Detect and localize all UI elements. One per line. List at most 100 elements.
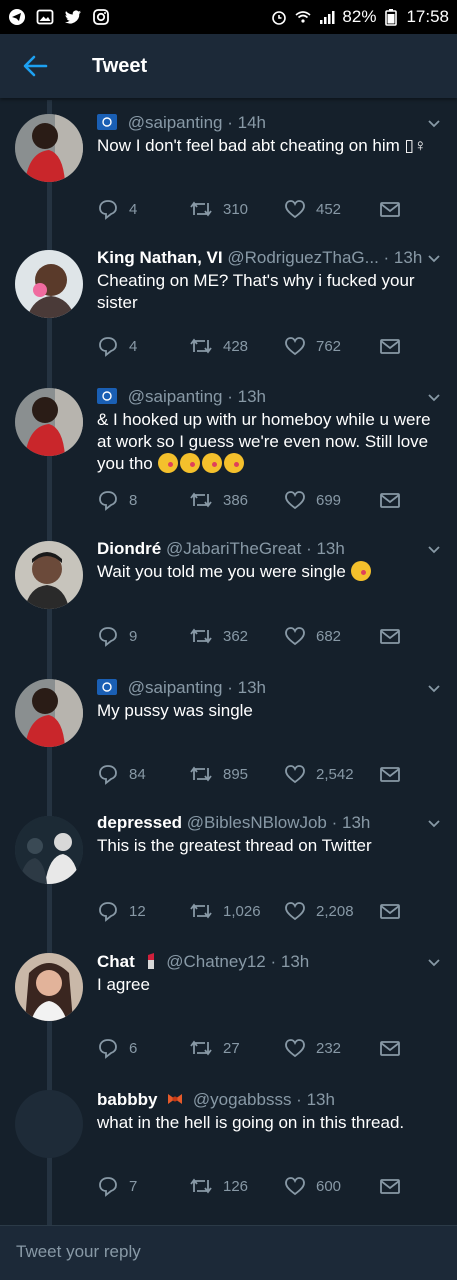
chevron-down-icon[interactable] — [425, 679, 443, 697]
avatar[interactable] — [15, 816, 83, 884]
heart-icon — [285, 337, 305, 356]
like-button[interactable]: 762 — [284, 336, 379, 356]
chevron-down-icon[interactable] — [425, 540, 443, 558]
like-count: 699 — [316, 491, 342, 509]
reply-icon — [99, 1039, 117, 1059]
kiss-emoji-icon — [179, 453, 200, 473]
tweet-handle[interactable]: @RodriguezThaG... — [227, 248, 378, 267]
chevron-down-icon[interactable] — [425, 249, 443, 267]
like-button[interactable]: 699 — [284, 490, 379, 510]
share-button[interactable] — [379, 627, 401, 645]
like-count: 600 — [316, 1177, 342, 1195]
retweet-button[interactable]: 895 — [189, 764, 284, 784]
like-count: 2,208 — [316, 902, 354, 920]
kiss-emoji-icon — [201, 453, 222, 473]
reply-button[interactable]: 4 — [97, 198, 189, 220]
retweet-count: 895 — [223, 765, 249, 783]
chevron-down-icon[interactable] — [425, 953, 443, 971]
thinking-emoji-icon — [350, 561, 371, 581]
tweet-text: Wait you told me you were single — [97, 561, 437, 583]
tweet-name[interactable]: depressed — [97, 813, 182, 832]
avatar[interactable] — [15, 1090, 83, 1158]
like-button[interactable]: 452 — [284, 199, 379, 219]
mail-icon — [380, 202, 400, 217]
avatar[interactable] — [15, 250, 83, 318]
retweet-button[interactable]: 1,026 — [189, 901, 284, 921]
tweet-actions: 4 310 452 — [97, 197, 417, 221]
tweet-time: 14h — [237, 113, 266, 132]
share-button[interactable] — [379, 902, 401, 920]
tweet-handle[interactable]: @saipanting — [128, 113, 223, 132]
share-button[interactable] — [379, 1177, 401, 1195]
tweet-name[interactable]: Diondré — [97, 539, 161, 558]
retweet-button[interactable]: 126 — [189, 1176, 284, 1196]
retweet-icon — [190, 628, 212, 644]
avatar[interactable] — [15, 114, 83, 182]
reply-icon — [99, 765, 117, 785]
retweet-button[interactable]: 428 — [189, 336, 284, 356]
reply-button[interactable]: 84 — [97, 763, 189, 785]
reply-input[interactable]: Tweet your reply — [16, 1242, 141, 1262]
like-count: 452 — [316, 200, 342, 218]
tweet-name[interactable]: Chat — [97, 952, 135, 971]
tweet-time: 13h — [280, 952, 310, 971]
share-button[interactable] — [379, 200, 401, 218]
share-button[interactable] — [379, 765, 401, 783]
chevron-down-icon[interactable] — [425, 388, 443, 406]
tweet-handle[interactable]: @JabariTheGreat — [166, 539, 301, 558]
share-button[interactable] — [379, 491, 401, 509]
tweet-handle[interactable]: @saipanting — [128, 678, 223, 697]
tweet-time: 13h — [393, 248, 423, 267]
tweet-name[interactable]: babbby — [97, 1090, 157, 1109]
back-arrow-icon — [23, 55, 48, 77]
retweet-count: 362 — [223, 627, 249, 645]
tweet-handle[interactable]: @Chatney12 — [166, 952, 266, 971]
like-button[interactable]: 600 — [284, 1176, 379, 1196]
battery-percent: 82% — [342, 7, 377, 26]
tweet-handle[interactable]: @yogabbsss — [193, 1090, 292, 1109]
retweet-button[interactable]: 362 — [189, 626, 284, 646]
retweet-button[interactable]: 386 — [189, 490, 284, 510]
tweet-name[interactable]: King Nathan, VI — [97, 248, 223, 267]
like-button[interactable]: 2,542 — [284, 764, 379, 784]
avatar[interactable] — [15, 541, 83, 609]
heart-icon — [285, 491, 305, 510]
tweet-time: 13h — [316, 539, 345, 558]
signal-icon — [318, 8, 336, 26]
like-button[interactable]: 682 — [284, 626, 379, 646]
share-button[interactable] — [379, 337, 401, 355]
like-button[interactable]: 2,208 — [284, 901, 379, 921]
tweet-handle[interactable]: @saipanting — [128, 387, 223, 406]
reply-button[interactable]: 6 — [97, 1037, 189, 1059]
reply-count: 6 — [129, 1039, 138, 1057]
share-button[interactable] — [379, 1039, 401, 1057]
chevron-down-icon[interactable] — [425, 114, 443, 132]
reply-count: 4 — [129, 337, 138, 355]
reply-button[interactable]: 9 — [97, 625, 189, 647]
back-button[interactable] — [0, 34, 70, 98]
reply-button[interactable]: 7 — [97, 1175, 189, 1197]
avatar[interactable] — [15, 388, 83, 456]
tweet-actions: 8 386 699 — [97, 488, 417, 512]
retweet-button[interactable]: 27 — [189, 1038, 284, 1058]
flag-icon — [97, 388, 117, 404]
reply-icon — [99, 491, 117, 511]
reply-button[interactable]: 12 — [97, 900, 189, 922]
reply-button[interactable]: 8 — [97, 489, 189, 511]
like-button[interactable]: 232 — [284, 1038, 379, 1058]
kiss-emoji-icon — [157, 453, 178, 473]
like-count: 762 — [316, 337, 342, 355]
mail-icon — [380, 629, 400, 644]
flag-icon — [97, 679, 117, 695]
twitter-icon — [64, 8, 82, 26]
reply-button[interactable]: 4 — [97, 335, 189, 357]
tweet-handle[interactable]: @BiblesNBlowJob — [187, 813, 327, 832]
chevron-down-icon[interactable] — [425, 814, 443, 832]
tweet-text: I agree — [97, 975, 150, 994]
avatar[interactable] — [15, 953, 83, 1021]
app-bar: Tweet — [0, 34, 457, 98]
page-title: Tweet — [92, 54, 148, 77]
reply-count: 4 — [129, 200, 138, 218]
avatar[interactable] — [15, 679, 83, 747]
retweet-button[interactable]: 310 — [189, 199, 284, 219]
